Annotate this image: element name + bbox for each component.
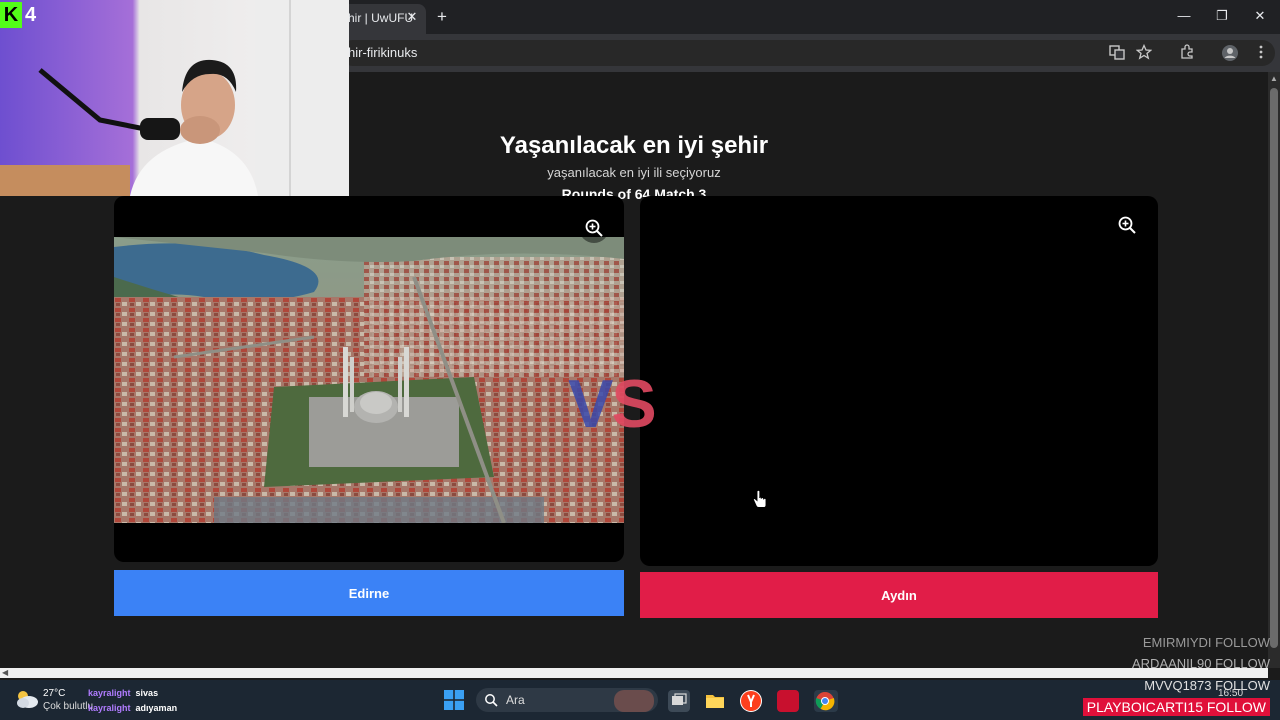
vertical-scroll-thumb[interactable] [1270, 88, 1278, 648]
file-explorer-icon[interactable] [704, 690, 726, 712]
follow-alert: MVVQ1873 FOLLOW [1144, 678, 1270, 693]
maximize-button[interactable]: ❐ [1208, 4, 1236, 28]
page-title: Yaşanılacak en iyi şehir [499, 132, 769, 159]
star-icon[interactable] [1135, 43, 1153, 62]
follow-alert-highlight: PLAYBOICARTI15 FOLLOW [1082, 698, 1270, 716]
hand-cursor-icon [752, 489, 768, 510]
choose-right-button[interactable]: Aydın [640, 572, 1158, 618]
choose-left-button[interactable]: Edirne [114, 570, 624, 616]
search-icon [484, 693, 498, 707]
minimize-button[interactable]: — [1170, 4, 1198, 28]
chat-message: kayralight sivas [88, 688, 158, 698]
yandex-browser-icon[interactable] [740, 690, 762, 712]
left-candidate-image[interactable] [114, 237, 624, 523]
stream-badge-number: 4 [25, 4, 37, 26]
follow-alert: ARDAANIL90 FOLLOW [1132, 656, 1270, 671]
zoom-left-icon[interactable] [579, 213, 609, 243]
weather-description: Çok bulutlu [43, 701, 94, 712]
scroll-left-icon[interactable]: ◀ [2, 668, 12, 678]
weather-cloud-icon[interactable] [14, 688, 40, 710]
chat-text: sivas [135, 688, 159, 698]
windows-start-icon[interactable] [444, 690, 464, 710]
close-window-button[interactable]: ✕ [1246, 4, 1274, 28]
chrome-icon[interactable] [814, 690, 838, 712]
taskbar-search-label: Ara [506, 693, 525, 707]
webcam-overlay [0, 0, 349, 196]
new-tab-button[interactable]: + [432, 8, 452, 26]
tab-close-icon[interactable]: ✕ [404, 9, 420, 25]
page-subtitle: yaşanılacak en iyi ili seçiyoruz [547, 165, 721, 180]
versus-s: S [611, 366, 656, 442]
scroll-up-icon[interactable]: ▲ [1268, 72, 1280, 86]
horizontal-scrollbar[interactable] [0, 668, 1268, 678]
follow-alert: EMIRMIYDI FOLLOW [1142, 635, 1270, 650]
versus-v: V [568, 366, 613, 442]
chat-user: kayralight [88, 688, 131, 698]
task-view-icon[interactable] [668, 690, 690, 712]
chat-message: kayralight adıyaman [88, 703, 177, 713]
address-text: hir-firikinuks [348, 45, 418, 60]
menu-icon[interactable] [1252, 44, 1270, 62]
translate-icon[interactable] [1108, 44, 1126, 62]
extensions-icon[interactable] [1178, 44, 1196, 62]
profile-icon[interactable] [1221, 44, 1239, 62]
versus-label: VS [568, 366, 692, 442]
stream-badge: K4 [0, 0, 46, 30]
zoom-right-icon[interactable] [1112, 210, 1142, 240]
chat-user: kayralight [88, 703, 131, 713]
chat-text: adıyaman [135, 703, 178, 713]
weather-temperature: 27°C [43, 688, 66, 699]
taskbar-widget-icon[interactable] [614, 690, 654, 712]
right-candidate-card[interactable] [640, 196, 1158, 566]
kick-logo-icon: K [0, 2, 22, 28]
voicemeeter-icon[interactable] [777, 690, 799, 712]
